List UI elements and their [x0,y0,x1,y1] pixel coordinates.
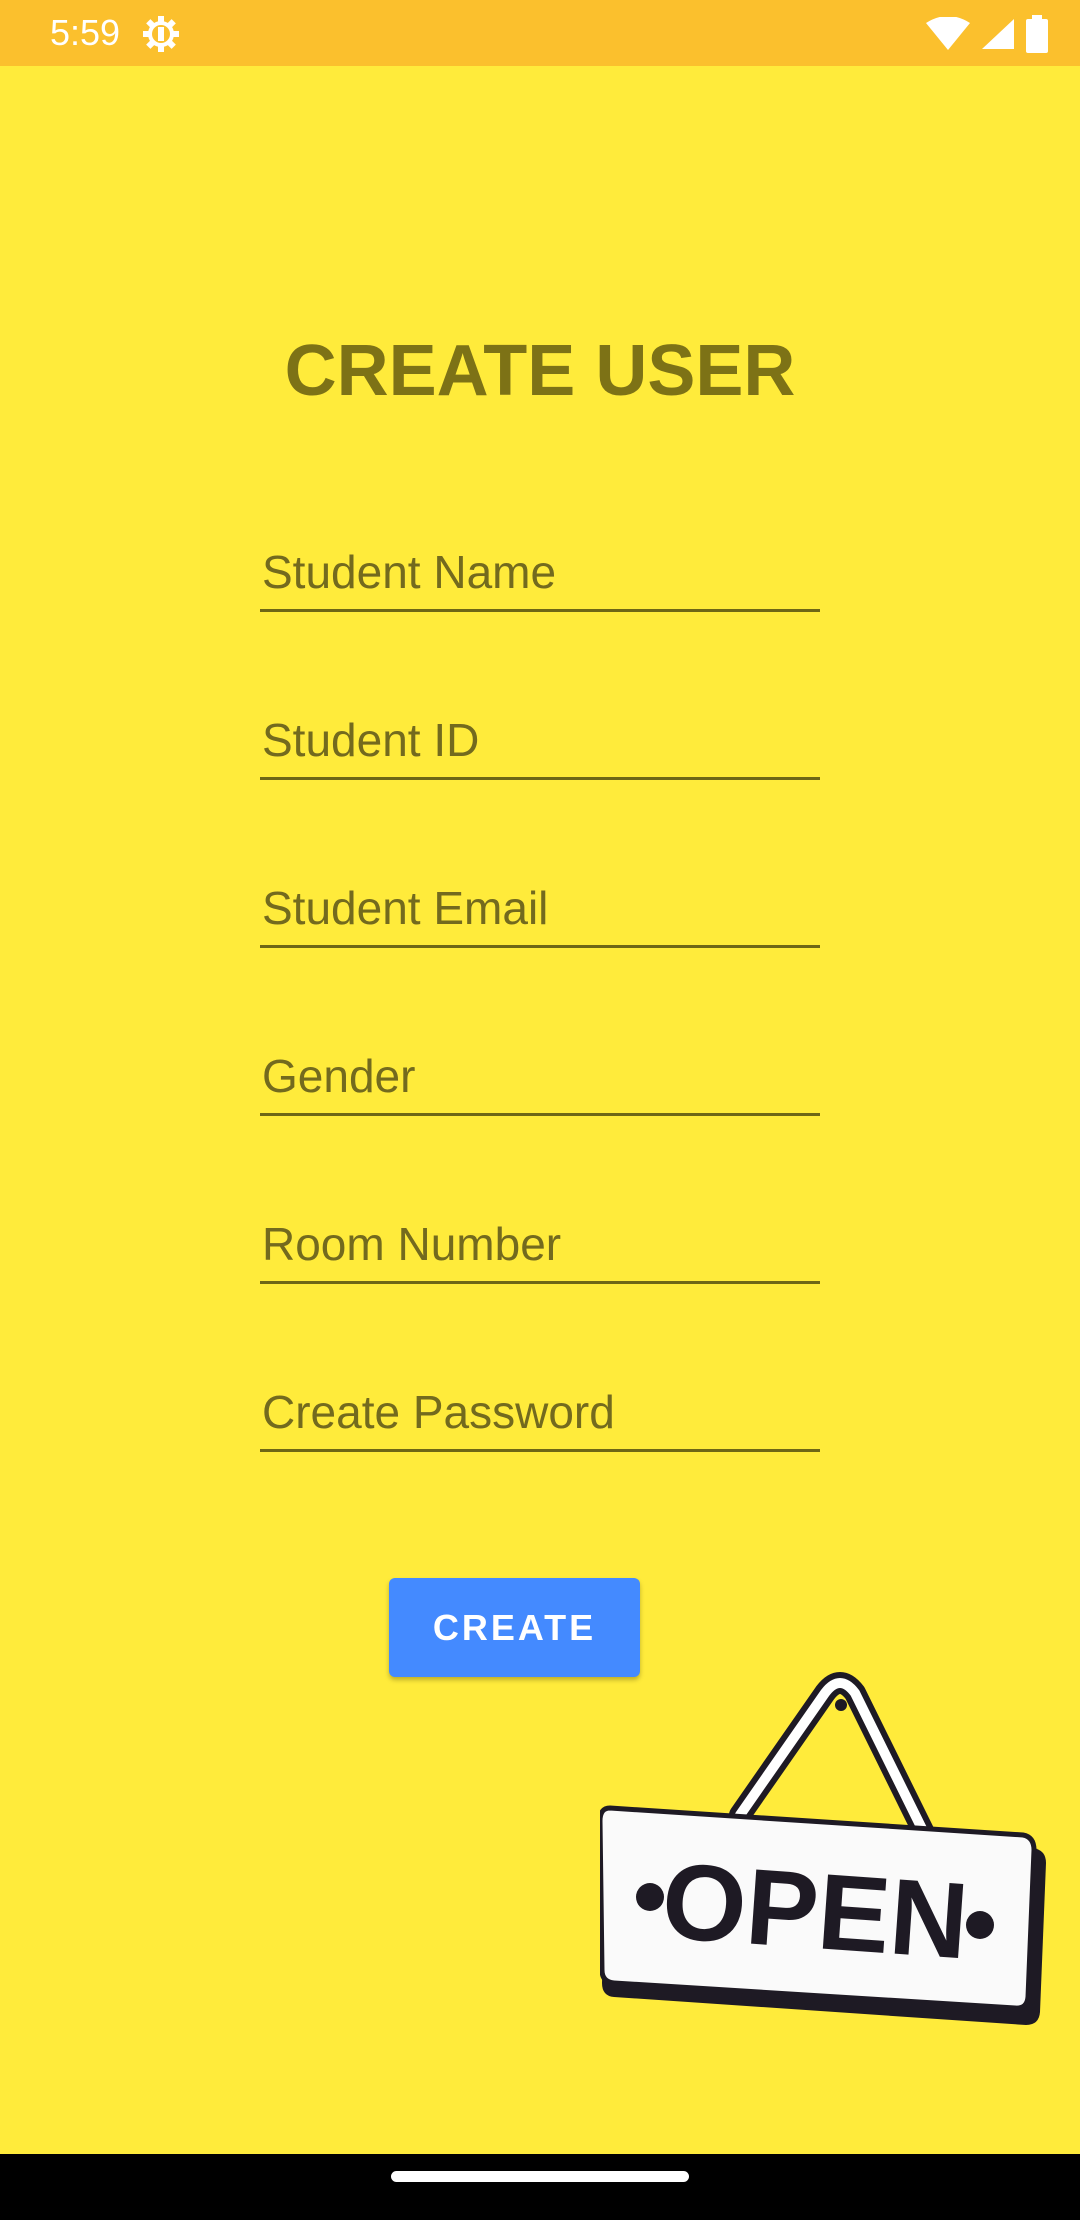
gender-hint: Gender [262,1050,416,1102]
gender-field[interactable]: Gender [260,1036,820,1116]
battery-icon [1026,15,1048,53]
password-hint: Create Password [262,1386,615,1438]
wifi-icon [926,17,970,51]
room-number-field[interactable]: Room Number [260,1204,820,1284]
student-email-field[interactable]: Student Email [260,868,820,948]
sign-text: OPEN [658,1839,972,1981]
create-button[interactable]: CREATE [389,1578,640,1677]
status-icons [926,14,1048,54]
home-handle[interactable] [391,2171,689,2182]
settings-gear-icon [141,14,181,54]
room-number-hint: Room Number [262,1218,562,1270]
password-field[interactable]: Create Password [260,1372,820,1452]
signal-icon [980,17,1016,51]
student-email-hint: Student Email [262,882,549,934]
student-id-field[interactable]: Student ID [260,700,820,780]
status-time: 5:59 [50,12,121,53]
open-sign-illustration: OPEN [600,1672,1046,2025]
status-bar: 5:59 [0,0,1080,66]
student-name-field[interactable]: Student Name [260,532,820,612]
student-name-hint: Student Name [262,546,557,598]
page-title: CREATE USER [284,331,796,411]
navigation-bar [0,2154,1080,2220]
student-id-hint: Student ID [262,714,480,766]
